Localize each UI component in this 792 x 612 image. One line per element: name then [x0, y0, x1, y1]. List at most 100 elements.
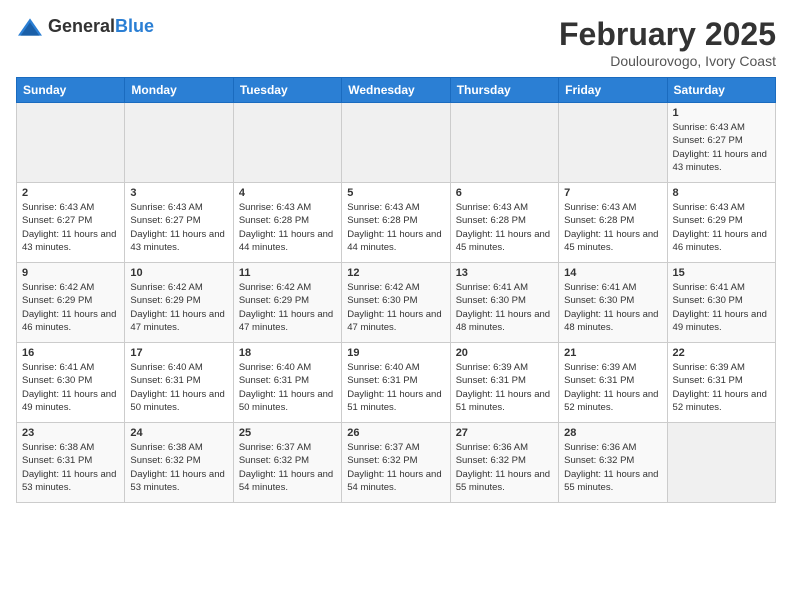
- calendar-table: Sunday Monday Tuesday Wednesday Thursday…: [16, 77, 776, 503]
- table-row: [559, 103, 667, 183]
- col-saturday: Saturday: [667, 78, 775, 103]
- table-row: 13 Sunrise: 6:41 AMSunset: 6:30 PMDaylig…: [450, 263, 558, 343]
- month-title: February 2025: [559, 16, 776, 53]
- col-thursday: Thursday: [450, 78, 558, 103]
- day-info: Sunrise: 6:38 AMSunset: 6:31 PMDaylight:…: [22, 441, 119, 494]
- day-number: 8: [673, 187, 770, 199]
- day-number: 27: [456, 427, 553, 439]
- logo-text: GeneralBlue: [48, 16, 154, 37]
- day-info: Sunrise: 6:43 AMSunset: 6:28 PMDaylight:…: [347, 201, 444, 254]
- day-number: 9: [22, 267, 119, 279]
- week-row-1: 1 Sunrise: 6:43 AMSunset: 6:27 PMDayligh…: [17, 103, 776, 183]
- logo-blue: Blue: [115, 16, 154, 36]
- table-row: 6 Sunrise: 6:43 AMSunset: 6:28 PMDayligh…: [450, 183, 558, 263]
- day-info: Sunrise: 6:42 AMSunset: 6:29 PMDaylight:…: [239, 281, 336, 334]
- day-info: Sunrise: 6:39 AMSunset: 6:31 PMDaylight:…: [456, 361, 553, 414]
- table-row: [342, 103, 450, 183]
- table-row: 14 Sunrise: 6:41 AMSunset: 6:30 PMDaylig…: [559, 263, 667, 343]
- day-info: Sunrise: 6:43 AMSunset: 6:27 PMDaylight:…: [130, 201, 227, 254]
- table-row: 1 Sunrise: 6:43 AMSunset: 6:27 PMDayligh…: [667, 103, 775, 183]
- title-block: February 2025 Doulourovogo, Ivory Coast: [559, 16, 776, 69]
- day-info: Sunrise: 6:43 AMSunset: 6:28 PMDaylight:…: [239, 201, 336, 254]
- day-number: 22: [673, 347, 770, 359]
- table-row: 3 Sunrise: 6:43 AMSunset: 6:27 PMDayligh…: [125, 183, 233, 263]
- logo-general: General: [48, 16, 115, 36]
- day-number: 13: [456, 267, 553, 279]
- week-row-3: 9 Sunrise: 6:42 AMSunset: 6:29 PMDayligh…: [17, 263, 776, 343]
- table-row: [17, 103, 125, 183]
- day-info: Sunrise: 6:37 AMSunset: 6:32 PMDaylight:…: [347, 441, 444, 494]
- day-number: 7: [564, 187, 661, 199]
- day-number: 4: [239, 187, 336, 199]
- table-row: 23 Sunrise: 6:38 AMSunset: 6:31 PMDaylig…: [17, 423, 125, 503]
- table-row: 8 Sunrise: 6:43 AMSunset: 6:29 PMDayligh…: [667, 183, 775, 263]
- table-row: 4 Sunrise: 6:43 AMSunset: 6:28 PMDayligh…: [233, 183, 341, 263]
- logo: GeneralBlue: [16, 16, 154, 37]
- table-row: 15 Sunrise: 6:41 AMSunset: 6:30 PMDaylig…: [667, 263, 775, 343]
- day-info: Sunrise: 6:41 AMSunset: 6:30 PMDaylight:…: [22, 361, 119, 414]
- day-info: Sunrise: 6:42 AMSunset: 6:29 PMDaylight:…: [130, 281, 227, 334]
- table-row: 26 Sunrise: 6:37 AMSunset: 6:32 PMDaylig…: [342, 423, 450, 503]
- day-number: 24: [130, 427, 227, 439]
- col-monday: Monday: [125, 78, 233, 103]
- day-info: Sunrise: 6:43 AMSunset: 6:27 PMDaylight:…: [673, 121, 770, 174]
- day-number: 2: [22, 187, 119, 199]
- day-number: 15: [673, 267, 770, 279]
- day-number: 14: [564, 267, 661, 279]
- table-row: 7 Sunrise: 6:43 AMSunset: 6:28 PMDayligh…: [559, 183, 667, 263]
- day-info: Sunrise: 6:41 AMSunset: 6:30 PMDaylight:…: [564, 281, 661, 334]
- day-number: 16: [22, 347, 119, 359]
- day-info: Sunrise: 6:40 AMSunset: 6:31 PMDaylight:…: [130, 361, 227, 414]
- day-number: 25: [239, 427, 336, 439]
- day-number: 17: [130, 347, 227, 359]
- table-row: 16 Sunrise: 6:41 AMSunset: 6:30 PMDaylig…: [17, 343, 125, 423]
- table-row: 28 Sunrise: 6:36 AMSunset: 6:32 PMDaylig…: [559, 423, 667, 503]
- table-row: 2 Sunrise: 6:43 AMSunset: 6:27 PMDayligh…: [17, 183, 125, 263]
- table-row: 27 Sunrise: 6:36 AMSunset: 6:32 PMDaylig…: [450, 423, 558, 503]
- table-row: 10 Sunrise: 6:42 AMSunset: 6:29 PMDaylig…: [125, 263, 233, 343]
- day-info: Sunrise: 6:43 AMSunset: 6:27 PMDaylight:…: [22, 201, 119, 254]
- week-row-2: 2 Sunrise: 6:43 AMSunset: 6:27 PMDayligh…: [17, 183, 776, 263]
- day-info: Sunrise: 6:43 AMSunset: 6:28 PMDaylight:…: [456, 201, 553, 254]
- day-info: Sunrise: 6:37 AMSunset: 6:32 PMDaylight:…: [239, 441, 336, 494]
- table-row: 19 Sunrise: 6:40 AMSunset: 6:31 PMDaylig…: [342, 343, 450, 423]
- day-info: Sunrise: 6:41 AMSunset: 6:30 PMDaylight:…: [673, 281, 770, 334]
- col-friday: Friday: [559, 78, 667, 103]
- day-number: 3: [130, 187, 227, 199]
- table-row: 25 Sunrise: 6:37 AMSunset: 6:32 PMDaylig…: [233, 423, 341, 503]
- table-row: 5 Sunrise: 6:43 AMSunset: 6:28 PMDayligh…: [342, 183, 450, 263]
- day-number: 28: [564, 427, 661, 439]
- day-number: 10: [130, 267, 227, 279]
- day-info: Sunrise: 6:43 AMSunset: 6:28 PMDaylight:…: [564, 201, 661, 254]
- day-info: Sunrise: 6:39 AMSunset: 6:31 PMDaylight:…: [564, 361, 661, 414]
- table-row: 18 Sunrise: 6:40 AMSunset: 6:31 PMDaylig…: [233, 343, 341, 423]
- table-row: [667, 423, 775, 503]
- calendar-header-row: Sunday Monday Tuesday Wednesday Thursday…: [17, 78, 776, 103]
- table-row: 17 Sunrise: 6:40 AMSunset: 6:31 PMDaylig…: [125, 343, 233, 423]
- day-info: Sunrise: 6:36 AMSunset: 6:32 PMDaylight:…: [564, 441, 661, 494]
- day-number: 12: [347, 267, 444, 279]
- table-row: [450, 103, 558, 183]
- day-number: 18: [239, 347, 336, 359]
- table-row: 11 Sunrise: 6:42 AMSunset: 6:29 PMDaylig…: [233, 263, 341, 343]
- table-row: 22 Sunrise: 6:39 AMSunset: 6:31 PMDaylig…: [667, 343, 775, 423]
- day-number: 21: [564, 347, 661, 359]
- day-info: Sunrise: 6:36 AMSunset: 6:32 PMDaylight:…: [456, 441, 553, 494]
- day-info: Sunrise: 6:41 AMSunset: 6:30 PMDaylight:…: [456, 281, 553, 334]
- col-tuesday: Tuesday: [233, 78, 341, 103]
- day-number: 1: [673, 107, 770, 119]
- day-info: Sunrise: 6:40 AMSunset: 6:31 PMDaylight:…: [347, 361, 444, 414]
- day-info: Sunrise: 6:39 AMSunset: 6:31 PMDaylight:…: [673, 361, 770, 414]
- day-info: Sunrise: 6:42 AMSunset: 6:30 PMDaylight:…: [347, 281, 444, 334]
- day-number: 23: [22, 427, 119, 439]
- week-row-4: 16 Sunrise: 6:41 AMSunset: 6:30 PMDaylig…: [17, 343, 776, 423]
- table-row: 20 Sunrise: 6:39 AMSunset: 6:31 PMDaylig…: [450, 343, 558, 423]
- table-row: [233, 103, 341, 183]
- day-number: 19: [347, 347, 444, 359]
- day-info: Sunrise: 6:43 AMSunset: 6:29 PMDaylight:…: [673, 201, 770, 254]
- table-row: [125, 103, 233, 183]
- col-wednesday: Wednesday: [342, 78, 450, 103]
- page-header: GeneralBlue February 2025 Doulourovogo, …: [16, 16, 776, 69]
- table-row: 9 Sunrise: 6:42 AMSunset: 6:29 PMDayligh…: [17, 263, 125, 343]
- day-number: 26: [347, 427, 444, 439]
